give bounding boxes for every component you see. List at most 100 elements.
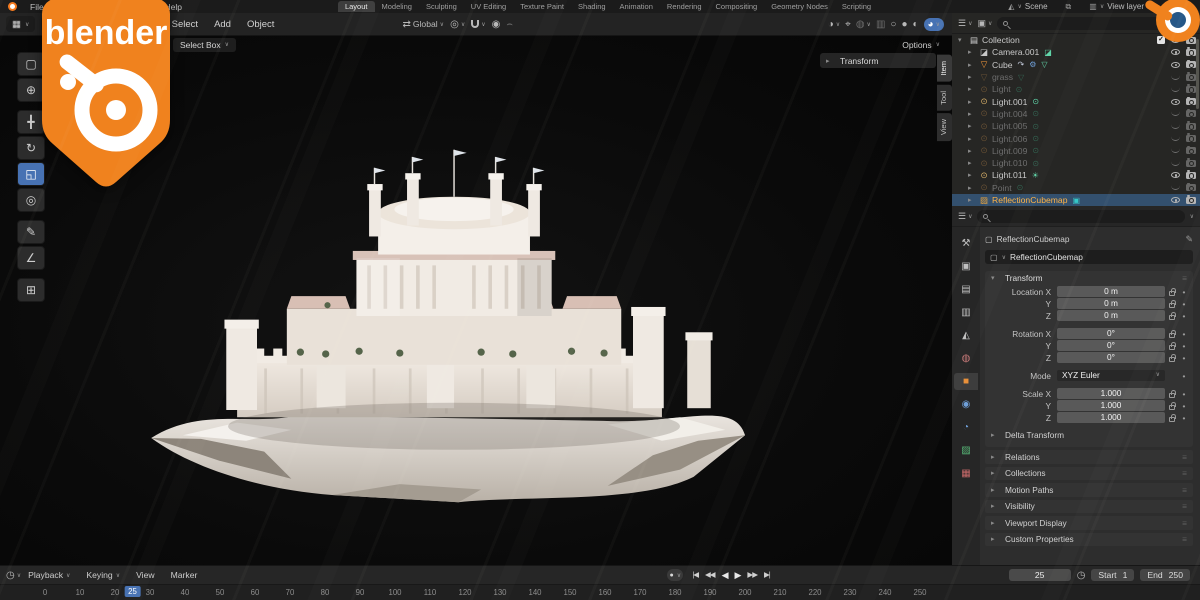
value-field[interactable]: 0° <box>1057 340 1165 351</box>
properties-search-input[interactable] <box>977 210 1184 223</box>
shading-material-button[interactable]: ◐ <box>913 19 919 30</box>
panel-drag-handle[interactable]: ≡ <box>1182 273 1187 283</box>
animate-dot[interactable]: • <box>1179 401 1189 411</box>
disable-in-renders-toggle[interactable] <box>1186 74 1196 81</box>
disclosure-icon[interactable]: ▸ <box>968 159 978 167</box>
timeline-menu-marker[interactable]: Marker <box>164 570 205 580</box>
panel-relations[interactable]: ▸Relations≡ <box>985 450 1193 464</box>
shading-wireframe-button[interactable]: ○ <box>890 19 896 30</box>
hide-in-viewport-toggle[interactable] <box>1171 124 1180 129</box>
disclosure-icon[interactable]: ▸ <box>968 73 978 81</box>
scene-selector[interactable]: ◭∨ Scene <box>1008 2 1047 11</box>
orientation-dropdown[interactable]: ⇄ Global ∨ <box>402 19 444 30</box>
select-tool-dropdown[interactable]: Select Box ∨ <box>173 38 236 52</box>
delta-transform-header[interactable]: ▸Delta Transform <box>985 428 1193 441</box>
animate-dot[interactable]: • <box>1179 299 1189 309</box>
outliner-display-mode[interactable]: ☰∨ <box>958 18 972 29</box>
tab-output[interactable]: ▤ <box>954 281 978 298</box>
timeline-menu-keying[interactable]: Keying∨ <box>79 570 127 580</box>
tab-scene[interactable]: ◭ <box>954 327 978 344</box>
animate-dot[interactable]: • <box>1179 371 1189 381</box>
play-button[interactable]: ▶ <box>732 570 744 581</box>
pin-icon[interactable]: ✎ <box>1185 234 1193 245</box>
viewport-menu-object[interactable]: Object <box>239 19 282 30</box>
timeline-editor-dropdown[interactable]: ◷∨ <box>6 570 21 581</box>
value-field[interactable]: 0° <box>1057 352 1165 363</box>
disclosure-icon[interactable]: ▸ <box>968 61 978 69</box>
view-layer-selector[interactable]: ▥∨ View layer <box>1089 2 1144 11</box>
disable-in-renders-toggle[interactable] <box>1186 61 1196 68</box>
visibility-dropdown-button[interactable]: ◑∨ <box>828 19 840 30</box>
outliner-row-light-005[interactable]: ▸⊙Light.005⊙ <box>952 120 1200 132</box>
panel-motion-paths[interactable]: ▸Motion Paths≡ <box>985 483 1193 497</box>
disable-in-renders-toggle[interactable] <box>1186 98 1196 105</box>
animate-dot[interactable]: • <box>1179 353 1189 363</box>
lock-icon[interactable] <box>1169 291 1175 296</box>
disable-in-renders-toggle[interactable] <box>1186 184 1196 191</box>
lock-icon[interactable] <box>1169 417 1175 422</box>
falloff-dropdown[interactable]: ⌢ <box>506 19 513 30</box>
editor-type-button[interactable]: ▦∨ <box>6 16 35 32</box>
lock-icon[interactable] <box>1169 393 1175 398</box>
disclosure-icon[interactable]: ▸ <box>968 110 978 118</box>
outliner-row-light[interactable]: ▸⊙Light⊙ <box>952 83 1200 95</box>
outliner-row-light-001[interactable]: ▸⊙Light.001⊙ <box>952 95 1200 107</box>
tool-add-cube[interactable]: ⊞ <box>17 278 45 302</box>
disclosure-icon[interactable]: ▸ <box>968 147 978 155</box>
hide-in-viewport-toggle[interactable] <box>1171 75 1180 80</box>
tool-annotate[interactable]: ✎ <box>17 220 45 244</box>
workspace-tab-modeling[interactable]: Modeling <box>375 1 419 12</box>
properties-editor-dropdown[interactable]: ☰∨ <box>958 211 972 222</box>
frame-start-field[interactable]: Start 1 <box>1091 569 1134 581</box>
hide-in-viewport-toggle[interactable] <box>1171 111 1180 116</box>
tab-texture[interactable]: ▦ <box>954 465 978 482</box>
jump-to-start-button[interactable]: |◀ <box>689 570 701 581</box>
workspace-tab-geometry-nodes[interactable]: Geometry Nodes <box>764 1 835 12</box>
hide-in-viewport-toggle[interactable] <box>1171 62 1180 68</box>
hide-in-viewport-toggle[interactable] <box>1171 136 1180 141</box>
disable-in-renders-toggle[interactable] <box>1186 110 1196 117</box>
animate-dot[interactable]: • <box>1179 413 1189 423</box>
panel-drag-handle[interactable]: ≡ <box>1182 452 1187 462</box>
disable-in-renders-toggle[interactable] <box>1186 197 1196 204</box>
animate-dot[interactable]: • <box>1179 341 1189 351</box>
tab-render[interactable]: ▣ <box>954 258 978 275</box>
hide-in-viewport-toggle[interactable] <box>1171 87 1180 92</box>
lock-icon[interactable] <box>1169 303 1175 308</box>
disclosure-icon[interactable]: ▸ <box>968 48 978 56</box>
disclosure-icon[interactable]: ▸ <box>968 85 978 93</box>
hide-in-viewport-toggle[interactable] <box>1171 148 1180 153</box>
xray-button[interactable]: ▥ <box>876 19 885 30</box>
outliner-row-light-004[interactable]: ▸⊙Light.004⊙ <box>952 108 1200 120</box>
preview-range-icon[interactable]: ◷ <box>1077 570 1086 581</box>
outliner-row-grass[interactable]: ▸▽grass▽ <box>952 71 1200 83</box>
panel-collections[interactable]: ▸Collections≡ <box>985 467 1193 481</box>
disclosure-icon[interactable]: ▸ <box>968 135 978 143</box>
lock-icon[interactable] <box>1169 357 1175 362</box>
hide-in-viewport-toggle[interactable] <box>1171 185 1180 190</box>
panel-drag-handle[interactable]: ≡ <box>1182 468 1187 478</box>
hide-in-viewport-toggle[interactable] <box>1171 161 1180 166</box>
disable-in-renders-toggle[interactable] <box>1186 86 1196 93</box>
current-frame-field[interactable]: 25 <box>1009 569 1071 581</box>
value-field[interactable]: 1.000 <box>1057 400 1165 411</box>
disable-in-renders-toggle[interactable] <box>1186 160 1196 167</box>
lock-icon[interactable] <box>1169 315 1175 320</box>
outliner-row-light-010[interactable]: ▸⊙Light.010⊙ <box>952 157 1200 169</box>
hide-in-viewport-toggle[interactable] <box>1171 99 1180 105</box>
workspace-tab-uv-editing[interactable]: UV Editing <box>464 1 513 12</box>
viewport-menu-add[interactable]: Add <box>206 19 239 30</box>
play-reverse-button[interactable]: ◀ <box>719 570 731 581</box>
panel-drag-handle[interactable]: ≡ <box>1182 534 1187 544</box>
disclosure-icon[interactable]: ▸ <box>968 122 978 130</box>
object-name-field[interactable]: ▢ ∨ ReflectionCubemap <box>985 250 1193 264</box>
options-dropdown[interactable]: Options ∨ <box>902 40 940 50</box>
outliner-row-light-011[interactable]: ▸⊙Light.011☀ <box>952 169 1200 181</box>
workspace-tab-compositing[interactable]: Compositing <box>709 1 765 12</box>
proportional-editing-toggle[interactable]: ◉ <box>492 19 501 30</box>
shading-solid-button[interactable]: ● <box>901 19 907 30</box>
overlays-button[interactable]: ◍∨ <box>856 19 871 30</box>
outliner-row-point[interactable]: ▸⊙Point⊙ <box>952 182 1200 194</box>
jump-to-end-button[interactable]: ▶| <box>761 570 773 581</box>
snap-toggle[interactable]: ∨ <box>471 20 485 28</box>
